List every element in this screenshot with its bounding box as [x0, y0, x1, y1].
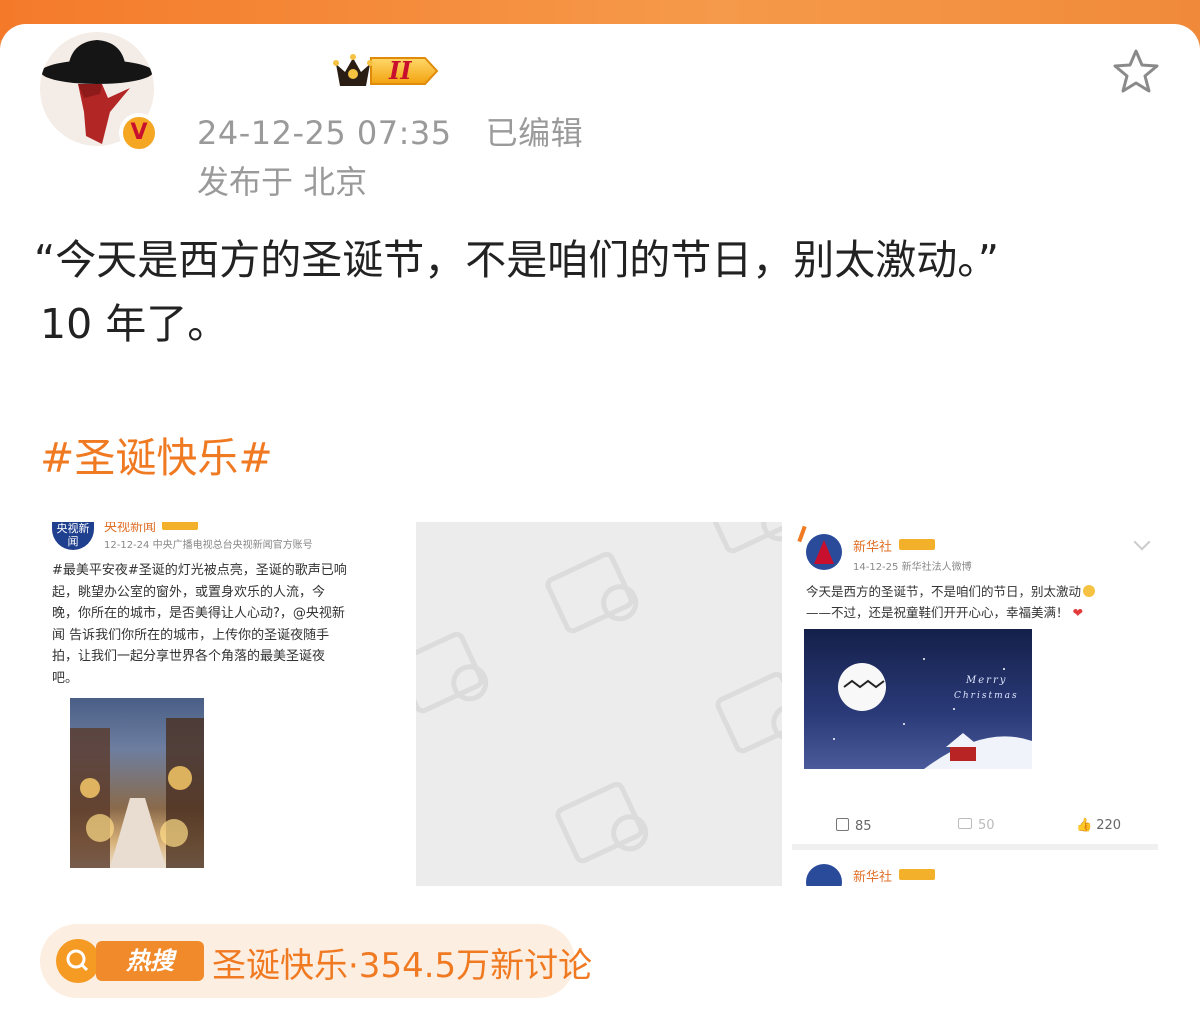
- cctv-post-text: #最美平安夜#圣诞的灯光被点亮，圣诞的歌声已响 起，眺望办公室的窗外，或置身欢乐…: [52, 560, 392, 689]
- post-content-line: “今天是西方的圣诞节，不是咱们的节日，别太激动。”: [34, 236, 999, 284]
- comment-button[interactable]: 50: [958, 818, 995, 833]
- cctv-date-line: 12-12-24 中央广播电视总台央视新闻官方账号: [104, 540, 313, 551]
- cctv-text-line: 晚，你所在的城市，是否美得让人心动?，@央视新: [52, 606, 345, 621]
- xinhua-logo-second: [806, 864, 842, 886]
- xinhua-rank-icon: [899, 539, 935, 550]
- xinhua-date-line: 14-12-25 新华社法人微博: [853, 562, 972, 573]
- smile-emoji-icon: [1083, 585, 1096, 597]
- xinhua-text-line-1: 今天是西方的圣诞节，不是咱们的节日，别太激动: [806, 584, 1082, 599]
- thumbs-up-icon: 👍: [1076, 818, 1093, 833]
- xinhua-logo-icon: [814, 540, 834, 564]
- xinhua-text-line: 今天是西方的圣诞节，不是咱们的节日，别太激动: [806, 581, 1096, 602]
- xinhua-account-name: 新华社: [853, 540, 893, 555]
- cctv-text-line: 吧。: [52, 670, 79, 686]
- comment-icon: [958, 818, 972, 829]
- cctv-text-line: 拍，让我们一起分享世界各个角落的最美圣诞夜: [52, 649, 326, 664]
- post-timestamp: 24-12-25 07:35: [197, 114, 452, 152]
- cctv-account-name: 央视新闻: [104, 522, 157, 535]
- heart-emoji-icon: ❤: [1072, 605, 1083, 620]
- christmas-street-photo: [70, 698, 204, 868]
- cctv-rank-icon: [162, 522, 198, 530]
- chevron-down-icon: [1133, 533, 1151, 551]
- image-placeholder-pattern: [416, 522, 782, 864]
- xinhua-post-text: 今天是西方的圣诞节，不是咱们的节日，别太激动 ——不过，还是祝童鞋们开开心心，幸…: [806, 581, 1096, 623]
- card-text-merry: Merry: [966, 675, 1008, 686]
- like-button[interactable]: 👍 220: [1076, 818, 1121, 833]
- favorite-star-button[interactable]: [1112, 48, 1160, 98]
- post-image-1[interactable]: 央视新闻 央视新闻 12-12-24 中央广播电视总台央视新闻官方账号 #最美平…: [50, 522, 416, 886]
- repost-icon: [836, 818, 849, 831]
- member-crown-badge[interactable]: II: [333, 52, 439, 94]
- cctv-logo-text: 央视新闻: [56, 522, 90, 548]
- crown-icon: [333, 54, 439, 86]
- post-image-2-placeholder[interactable]: [416, 522, 782, 886]
- cctv-text-line: #最美平安夜#圣诞的灯光被点亮，圣诞的歌声已响: [52, 563, 347, 578]
- edited-label[interactable]: 已编辑: [486, 114, 584, 152]
- repost-count: 85: [855, 819, 872, 834]
- christmas-card-image: Merry Christmas: [804, 629, 1032, 769]
- cctv-text-line: 起，眺望办公室的窗外，或置身欢乐的人流，今: [52, 584, 326, 600]
- crown-level-text: II: [389, 56, 412, 85]
- card-text-christmas: Christmas: [954, 691, 1019, 701]
- xinhua-logo: [806, 534, 842, 570]
- post-location: 发布于 北京: [197, 163, 368, 201]
- street-scene: [70, 718, 204, 868]
- hot-search-link[interactable]: 热搜 圣诞快乐·354.5万新讨论: [40, 924, 592, 998]
- hashtag-link[interactable]: #圣诞快乐#: [40, 424, 273, 484]
- search-icon: [56, 939, 100, 983]
- star-icon: [1113, 49, 1159, 93]
- divider: [792, 844, 1158, 850]
- xinhua-text-line-2: ——不过，还是祝童鞋们开开心心，幸福美满！: [806, 605, 1069, 620]
- xinhua-account-name-second: 新华社: [853, 870, 893, 885]
- hot-search-badge: 热搜: [96, 941, 204, 981]
- cctv-text-line: 闻 告诉我们你所在的城市，上传你的圣诞夜随手: [52, 627, 330, 643]
- post-content: “今天是西方的圣诞节，不是咱们的节日，别太激动。” 10 年了。: [34, 228, 1170, 356]
- xinhua-rank-icon-second: [899, 869, 935, 880]
- xinhua-text-line: ——不过，还是祝童鞋们开开心心，幸福美满！ ❤: [806, 602, 1095, 623]
- post-content-line: 10 年了。: [40, 300, 229, 348]
- hot-search-text: 圣诞快乐·354.5万新讨论: [212, 946, 593, 986]
- search-glyph: [66, 949, 89, 972]
- verified-badge-icon: V: [119, 113, 159, 153]
- comment-count: 50: [978, 818, 995, 833]
- like-count: 220: [1096, 818, 1122, 833]
- repost-button[interactable]: 85: [836, 818, 872, 834]
- post-meta: 24-12-25 07:35 已编辑: [197, 108, 583, 154]
- post-image-3[interactable]: 新华社 14-12-25 新华社法人微博 今天是西方的圣诞节，不是咱们的节日，别…: [792, 522, 1158, 886]
- cctv-logo: 央视新闻: [52, 522, 94, 550]
